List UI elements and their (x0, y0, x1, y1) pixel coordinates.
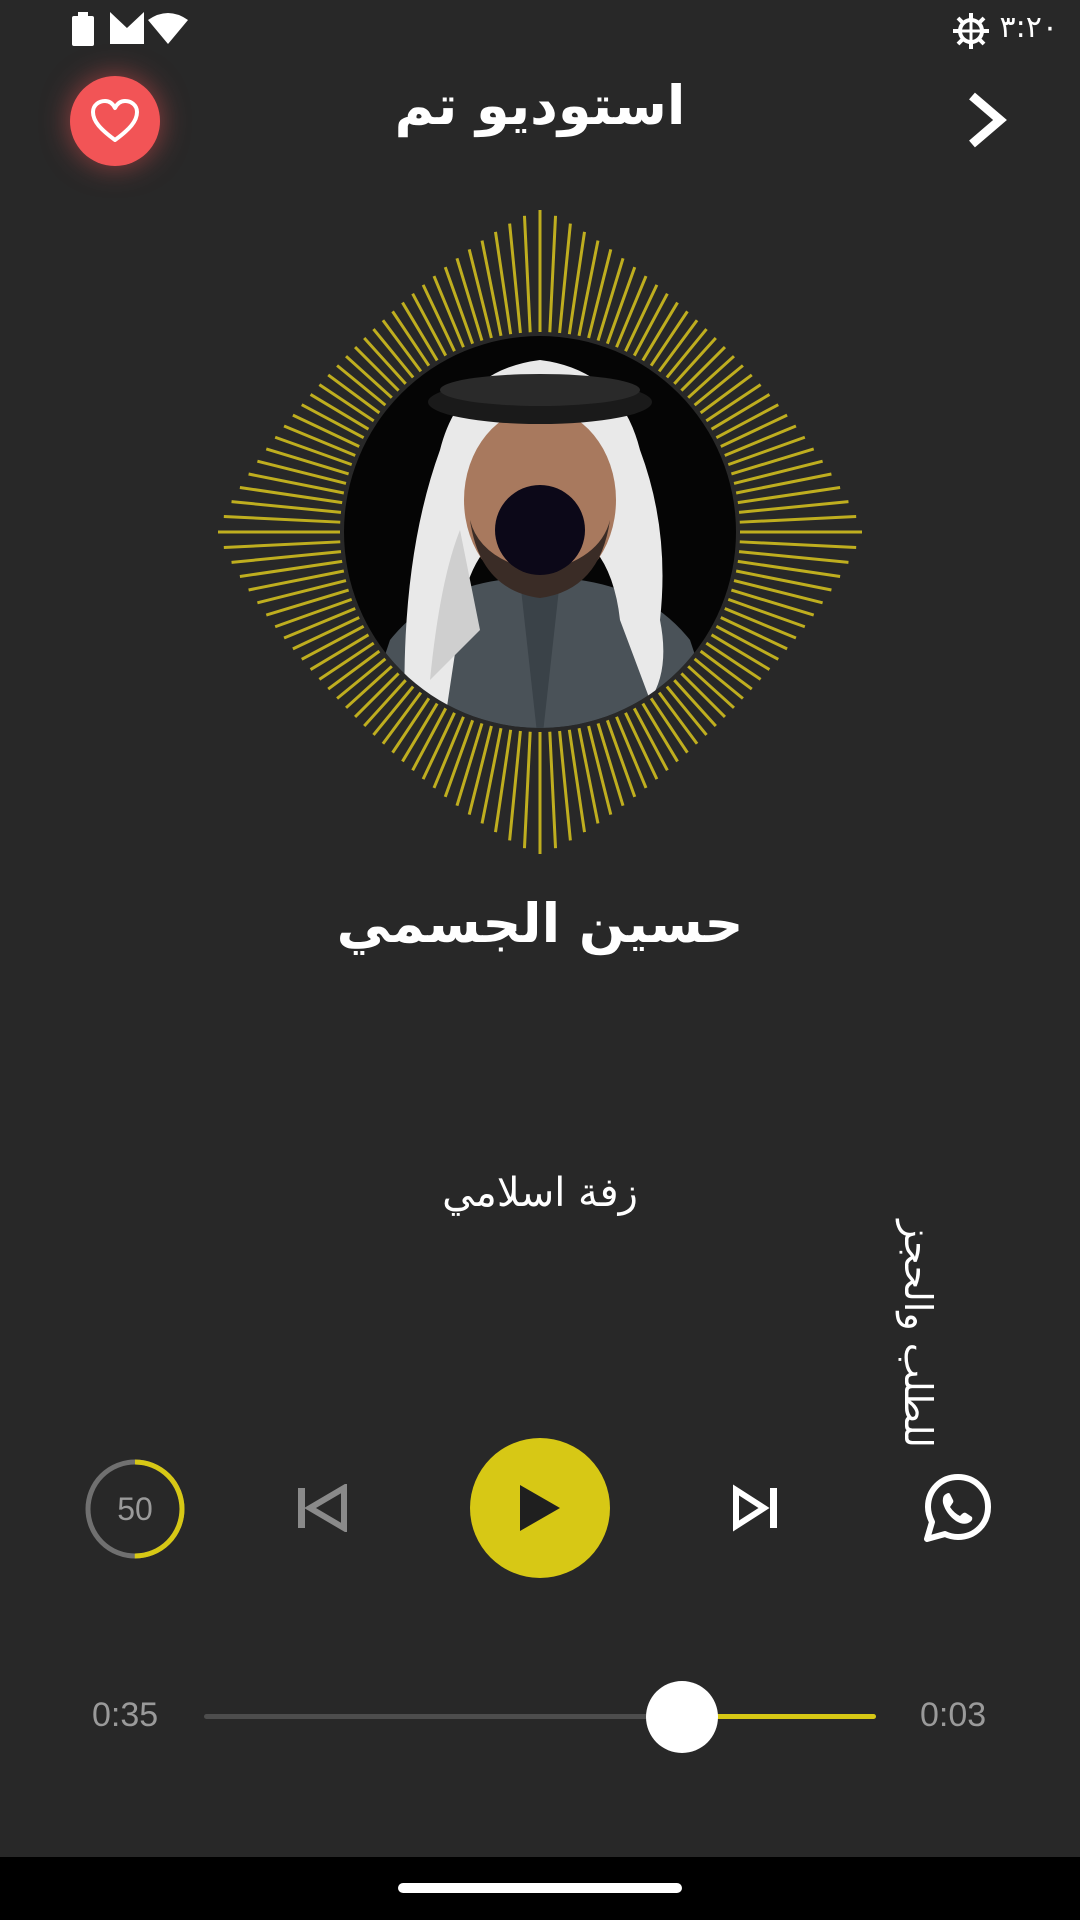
visualizer-ray (223, 514, 341, 524)
play-icon (520, 1485, 560, 1531)
visualizer-ray (257, 579, 347, 605)
artist-artwork (218, 210, 862, 854)
visualizer-ray (522, 215, 532, 333)
chevron-right-icon (969, 92, 1007, 148)
visualizer-ray (558, 223, 572, 334)
visualizer-ray (508, 223, 522, 334)
page-title: استوديو تم (394, 74, 686, 137)
play-button[interactable] (470, 1438, 610, 1578)
visualizer-ray (455, 257, 484, 342)
next-button[interactable] (732, 1484, 780, 1532)
visualizer-ray (467, 725, 493, 815)
visualizer-ray (730, 588, 815, 617)
visualizer-ray (455, 722, 484, 807)
visualizer-ray (231, 500, 342, 514)
visualizer-ray (467, 249, 493, 339)
track-title: زفة اسلامي (442, 1170, 638, 1216)
whatsapp-icon (924, 1474, 991, 1542)
visualizer-ray (738, 550, 849, 564)
visualizer-ray (274, 435, 353, 467)
visualizer-ray (508, 730, 522, 841)
artist-name: حسين الجسمي (336, 892, 744, 955)
visualizer-ray (587, 249, 613, 339)
visualizer-ray (727, 597, 806, 629)
wifi-icon (148, 13, 188, 44)
time-remaining: 0:03 (920, 1696, 987, 1734)
whatsapp-button[interactable] (922, 1472, 994, 1544)
visualizer-ray (257, 459, 347, 485)
visualizer-ray (231, 550, 342, 564)
visualizer-ray (596, 722, 625, 807)
back-button[interactable] (958, 90, 1014, 150)
favorite-button[interactable] (70, 76, 160, 166)
visualizer-ray (739, 540, 857, 550)
visualizer-ray (733, 459, 823, 485)
visualizer-ray (727, 435, 806, 467)
visualizer-ray (522, 731, 532, 849)
visualizer-ray (733, 579, 823, 605)
visualizer-ray (223, 540, 341, 550)
visualizer-ray (548, 731, 558, 849)
heart-icon (91, 99, 139, 142)
skip-previous-icon (298, 1484, 347, 1532)
visualizer-ray (739, 514, 857, 524)
visualizer-ray (443, 719, 475, 798)
visualizer-ray (587, 725, 613, 815)
visualizer-ray (265, 588, 350, 617)
cell-signal-icon (110, 12, 144, 44)
time-elapsed: 0:35 (92, 1696, 159, 1734)
seek-thumb[interactable] (646, 1681, 719, 1753)
status-bar: ٣:٢٠ (0, 0, 1080, 62)
skip-next-icon (733, 1484, 777, 1532)
visualizer-ray (558, 730, 572, 841)
battery-icon (72, 12, 94, 46)
visualizer-ray (548, 215, 558, 333)
speed-value: 50 (117, 1491, 153, 1527)
home-indicator[interactable] (398, 1883, 682, 1893)
visualizer-ray (443, 266, 475, 345)
player-screen: ٣:٢٠ استوديو تم حسين الجسمي زفة اسلامي ل… (0, 0, 1080, 1920)
booking-label-text: للطلب والحجز (896, 1220, 940, 1448)
visualizer-ray (738, 500, 849, 514)
visualizer-ray (596, 257, 625, 342)
visualizer-ray (274, 597, 353, 629)
visualizer-ray (730, 447, 815, 476)
status-time: ٣:٢٠ (999, 10, 1058, 45)
visualizer-ray (605, 719, 637, 798)
settings-gear-icon (953, 13, 989, 49)
visualizer-ray (265, 447, 350, 476)
visualizer-ray (605, 266, 637, 345)
previous-button[interactable] (296, 1484, 348, 1532)
